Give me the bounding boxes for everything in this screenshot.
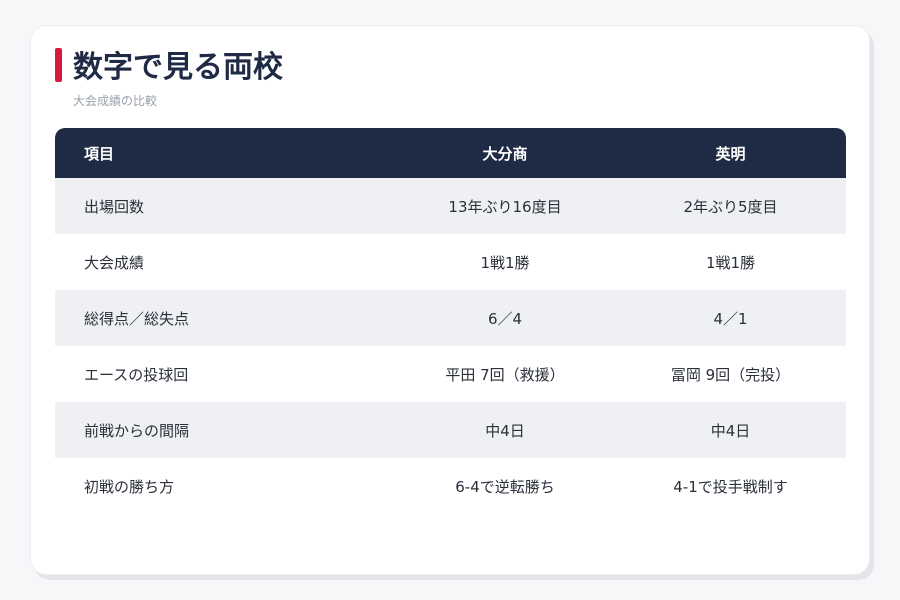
row-value-school-a: 中4日: [485, 421, 525, 440]
row-value-school-a: 1戦1勝: [480, 253, 530, 272]
header-school-b: 英明: [715, 144, 746, 163]
row-value-school-b: 4-1で投手戦制す: [673, 477, 788, 496]
table-row: 初戦の勝ち方 6-4で逆転勝ち 4-1で投手戦制す: [55, 458, 846, 514]
header-school-a: 大分商: [482, 144, 528, 163]
table-row: エースの投球回 平田 7回（救援） 冨岡 9回（完投）: [55, 346, 846, 402]
row-value-school-a: 13年ぶり16度目: [448, 197, 562, 216]
table-row: 総得点／総失点 6／4 4／1: [55, 290, 846, 346]
row-label: 出場回数: [84, 197, 145, 216]
row-label: 初戦の勝ち方: [84, 477, 175, 496]
row-label: 前戦からの間隔: [84, 421, 190, 440]
comparison-table: 項目 大分商 英明 出場回数 13年ぶり16度目 2年ぶり5度目 大会成績 1戦…: [55, 128, 846, 514]
table-row: 大会成績 1戦1勝 1戦1勝: [55, 234, 846, 290]
row-value-school-b: 1戦1勝: [705, 253, 756, 272]
row-value-school-b: 冨岡 9回（完投）: [670, 365, 791, 384]
row-label: 大会成績: [84, 253, 145, 272]
row-value-school-b: 2年ぶり5度目: [683, 197, 778, 216]
page-subtitle: 大会成績の比較: [73, 94, 158, 108]
table-header: 項目 大分商 英明: [55, 128, 846, 178]
title-accent-bar: [55, 48, 62, 82]
row-label: エースの投球回: [84, 365, 189, 384]
page-title: 数字で見る両校: [73, 50, 283, 85]
row-value-school-a: 6／4: [487, 309, 523, 328]
header-item: 項目: [84, 144, 115, 163]
row-value-school-b: 中4日: [710, 421, 751, 440]
table-row: 出場回数 13年ぶり16度目 2年ぶり5度目: [55, 178, 846, 234]
row-value-school-a: 6-4で逆転勝ち: [455, 477, 555, 496]
table-row: 前戦からの間隔 中4日 中4日: [55, 402, 846, 458]
comparison-card: 数字で見る両校 大会成績の比較 項目 大分商 英明 出場回数 13年ぶり16度目…: [30, 25, 870, 575]
row-value-school-b: 4／1: [713, 309, 748, 328]
row-label: 総得点／総失点: [84, 309, 190, 328]
row-value-school-a: 平田 7回（救援）: [445, 365, 565, 384]
